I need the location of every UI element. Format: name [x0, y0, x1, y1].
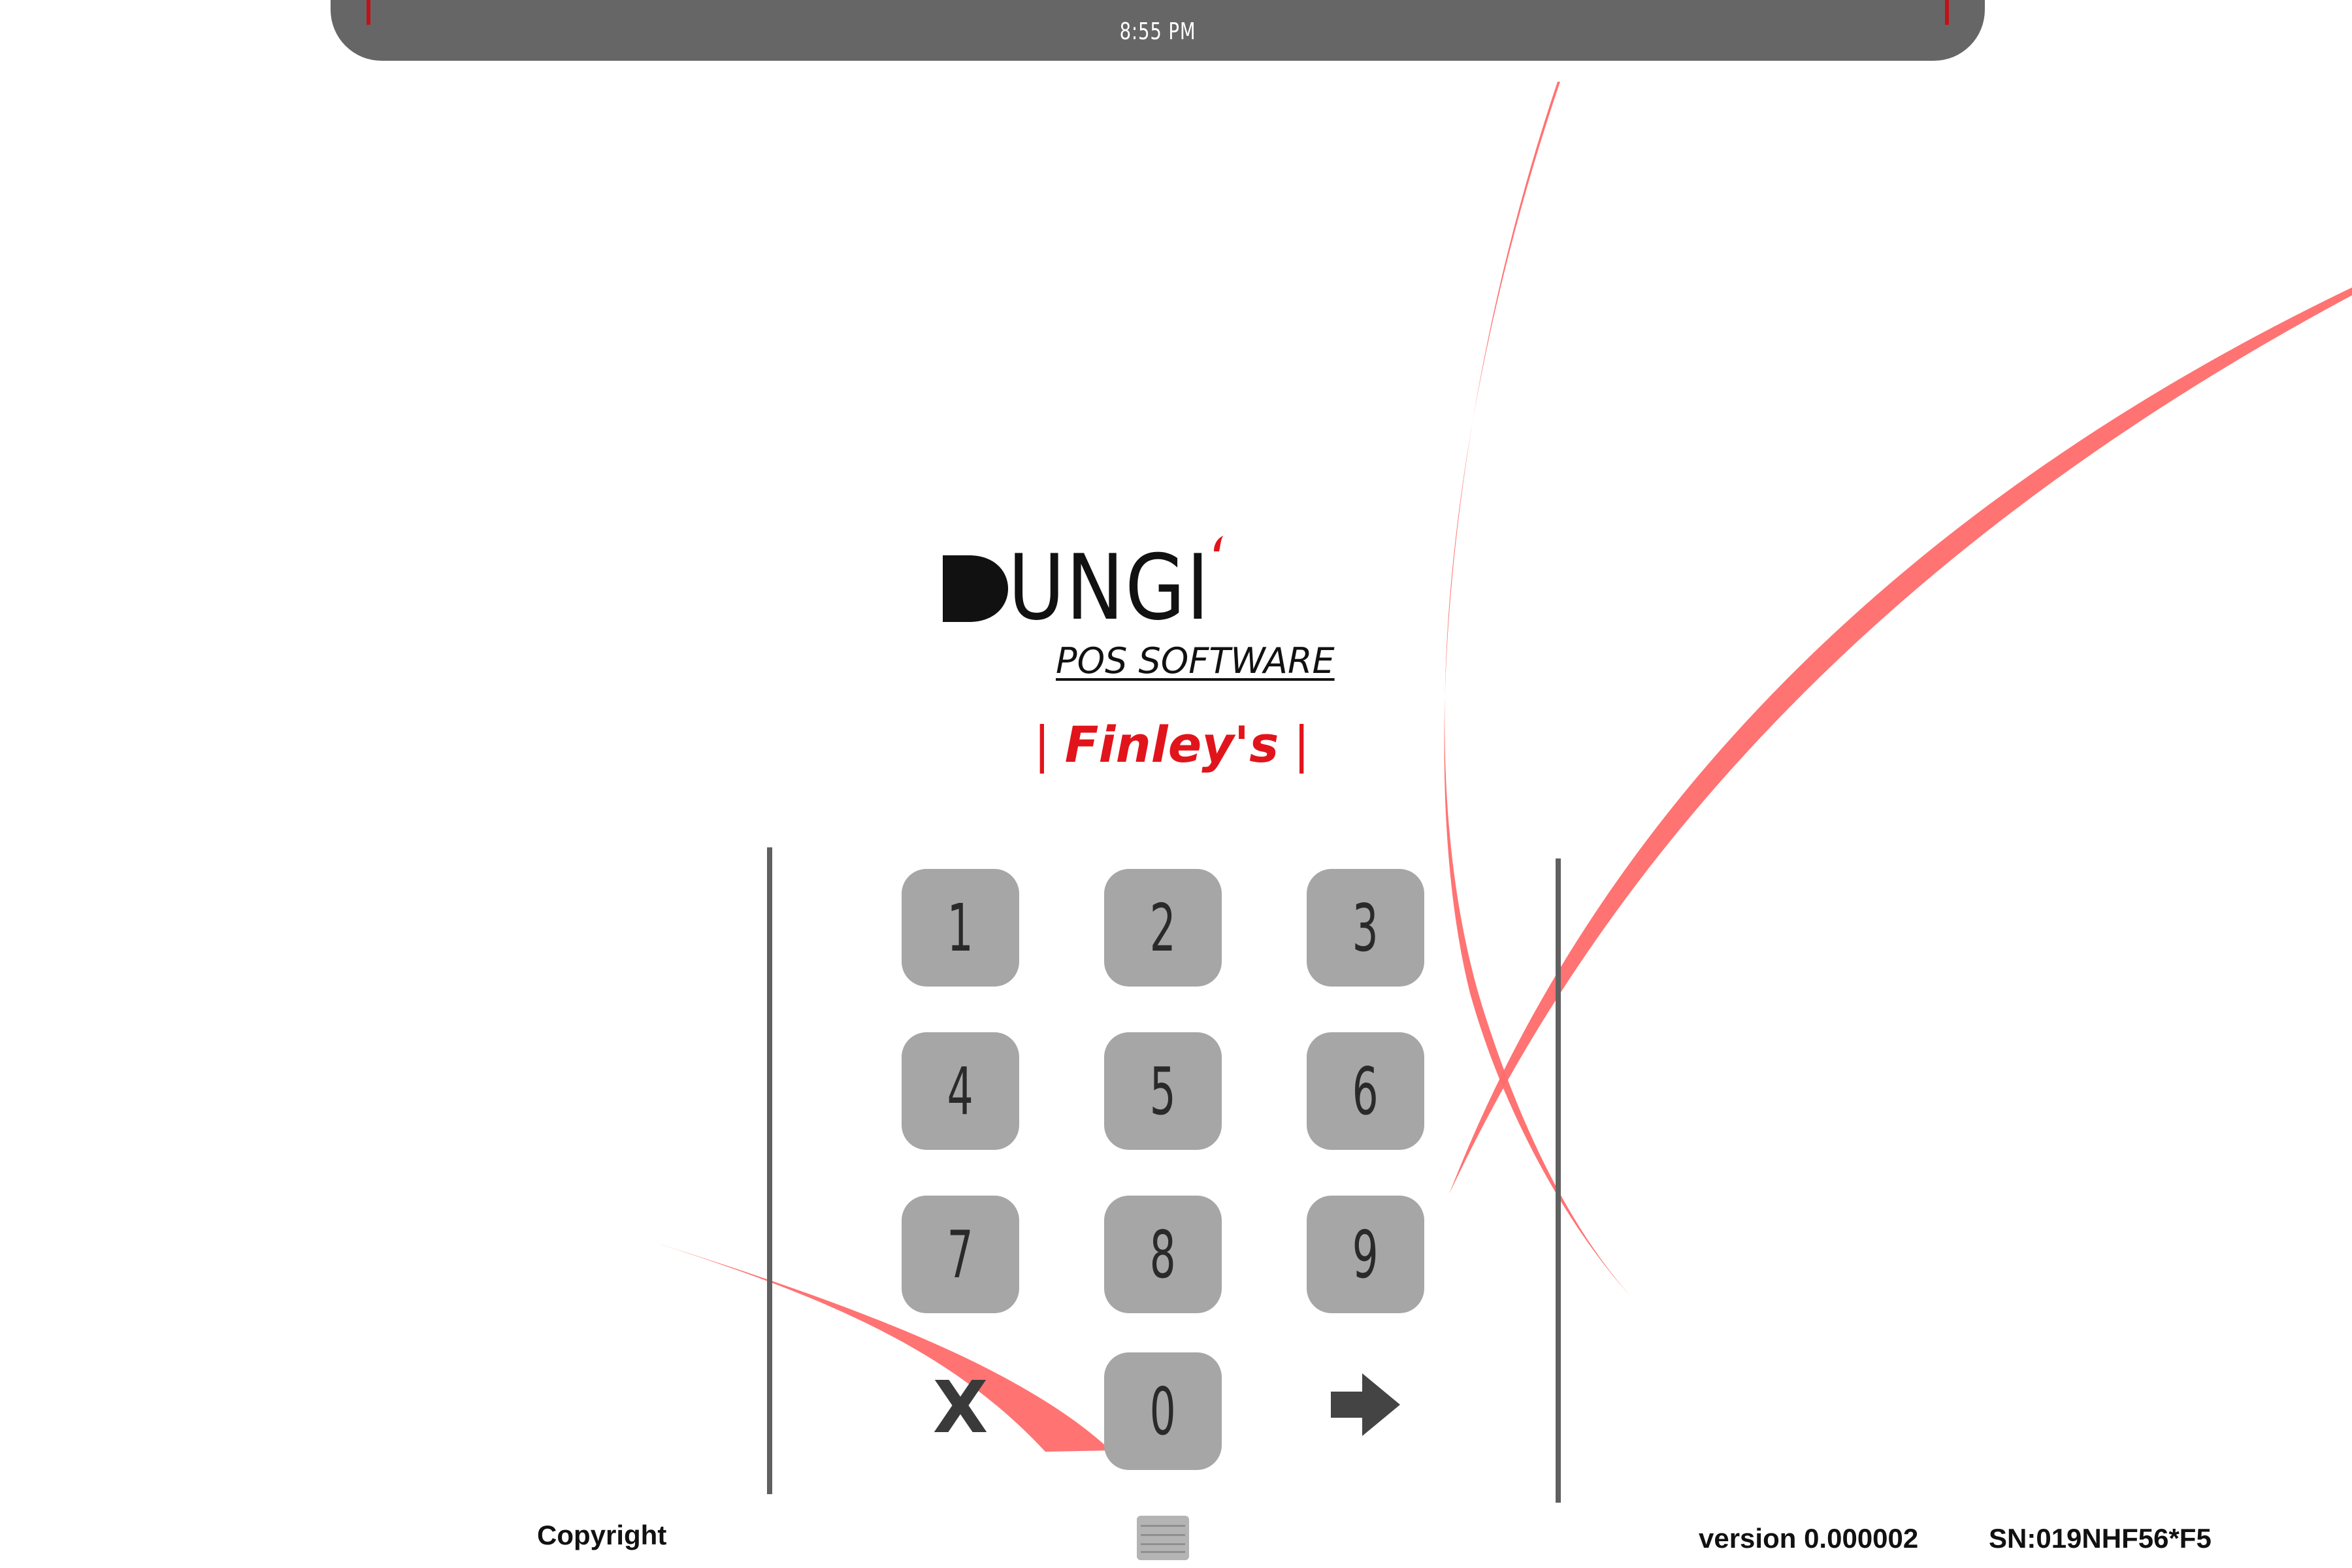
- copyright-text: Copyright: [537, 1520, 667, 1550]
- key-5[interactable]: 5: [1104, 1032, 1222, 1150]
- serial-number: SN:019NHF56*F5: [1989, 1523, 2212, 1554]
- key-3-label: 3: [1352, 889, 1379, 966]
- logo-wordmark: UNGI: [1008, 535, 1211, 640]
- key-4[interactable]: 4: [902, 1032, 1019, 1150]
- key-2[interactable]: 2: [1104, 869, 1222, 987]
- key-1[interactable]: 1: [902, 869, 1019, 987]
- key-3[interactable]: 3: [1307, 869, 1424, 987]
- keyboard-icon-line: [1141, 1525, 1185, 1527]
- key-9[interactable]: 9: [1307, 1196, 1424, 1313]
- key-9-label: 9: [1352, 1216, 1379, 1293]
- key-8-label: 8: [1149, 1216, 1177, 1293]
- keyboard-icon-line: [1141, 1551, 1185, 1553]
- keypad-divider-right: [1556, 858, 1561, 1503]
- status-bar: 8:55 PM: [331, 0, 1985, 61]
- version-text: version 0.000002: [1699, 1523, 1919, 1554]
- keypad-divider-left: [767, 847, 772, 1494]
- tagline: POS SOFTWARE: [1056, 640, 1335, 681]
- enter-button[interactable]: [1330, 1372, 1401, 1437]
- swoosh-vertical: [1444, 82, 1631, 1297]
- key-2-label: 2: [1149, 889, 1177, 966]
- keyboard-icon-line: [1141, 1534, 1185, 1536]
- key-5-label: 5: [1149, 1053, 1177, 1130]
- store-separator-left: |: [1034, 715, 1051, 774]
- arrow-right-icon: [1331, 1373, 1400, 1436]
- logo-d-mark: [943, 555, 1008, 622]
- store-name-line: | Finley's |: [1019, 715, 1324, 774]
- keyboard-icon[interactable]: [1137, 1516, 1189, 1560]
- status-bar-edge-right: [1945, 0, 1949, 25]
- clock: 8:55 PM: [1119, 18, 1196, 45]
- key-0-label: 0: [1149, 1373, 1177, 1450]
- key-7[interactable]: 7: [902, 1196, 1019, 1313]
- key-0[interactable]: 0: [1104, 1352, 1222, 1470]
- swoosh-bottom: [637, 1237, 1111, 1452]
- key-4-label: 4: [947, 1053, 974, 1130]
- logo-accent-dot: [1214, 536, 1223, 551]
- store-separator-right: |: [1293, 715, 1310, 774]
- decorative-swooshes: [637, 82, 2352, 1452]
- key-8[interactable]: 8: [1104, 1196, 1222, 1313]
- key-6-label: 6: [1352, 1053, 1379, 1130]
- key-1-label: 1: [947, 889, 974, 966]
- key-7-label: 7: [947, 1216, 974, 1293]
- status-bar-edge-left: [367, 0, 370, 25]
- clear-button[interactable]: X: [928, 1365, 993, 1449]
- keyboard-icon-line: [1141, 1543, 1185, 1545]
- store-name: Finley's: [1064, 715, 1279, 774]
- key-6[interactable]: 6: [1307, 1032, 1424, 1150]
- swoosh-diagonal: [1449, 287, 2352, 1194]
